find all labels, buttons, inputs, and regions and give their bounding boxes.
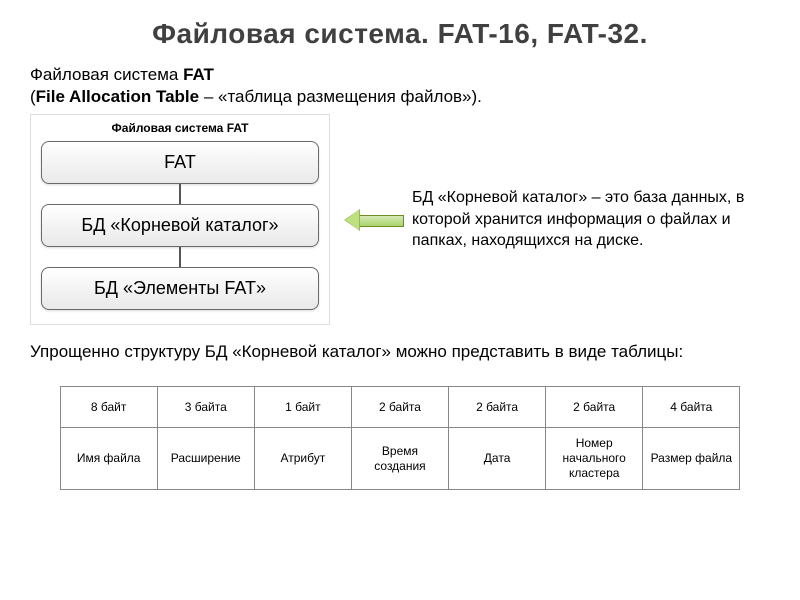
diagram-connector-1	[179, 184, 181, 204]
table-cell: Время создания	[351, 428, 448, 490]
root-catalog-table: 8 байт 3 байта 1 байт 2 байта 2 байта 2 …	[60, 386, 741, 490]
intro-text: Файловая система FAT (File Allocation Ta…	[30, 64, 770, 108]
table-cell: 2 байта	[546, 387, 643, 428]
diagram-row: Файловая система FAT FAT БД «Корневой ка…	[30, 114, 770, 325]
slide: Файловая система. FAT-16, FAT-32. Файлов…	[0, 0, 800, 600]
diagram-connector-2	[179, 247, 181, 267]
diagram-box-fat: FAT	[41, 141, 319, 184]
table-cell: 2 байта	[449, 387, 546, 428]
intro-line1-bold: FAT	[183, 65, 214, 84]
table-row-sizes: 8 байт 3 байта 1 байт 2 байта 2 байта 2 …	[60, 387, 740, 428]
intro-line1-prefix: Файловая система	[30, 65, 183, 84]
table-cell: 3 байта	[157, 387, 254, 428]
diagram-box-fat-elements: БД «Элементы FAT»	[41, 267, 319, 310]
diagram-box-root-catalog: БД «Корневой каталог»	[41, 204, 319, 247]
table-cell: Размер файла	[643, 428, 740, 490]
table-cell: 1 байт	[254, 387, 351, 428]
table-cell: 4 байта	[643, 387, 740, 428]
fat-diagram: Файловая система FAT FAT БД «Корневой ка…	[30, 114, 330, 325]
table-row-fields: Имя файла Расширение Атрибут Время созда…	[60, 428, 740, 490]
intro-line2-rest: – «таблица размещения файлов»).	[199, 87, 482, 106]
table-cell: Дата	[449, 428, 546, 490]
slide-title: Файловая система. FAT-16, FAT-32.	[30, 18, 770, 50]
diagram-caption: Файловая система FAT	[41, 121, 319, 135]
intro-line2-bold: File Allocation Table	[36, 87, 199, 106]
table-cell: Имя файла	[60, 428, 157, 490]
table-cell: 8 байт	[60, 387, 157, 428]
table-cell: Номер начального кластера	[546, 428, 643, 490]
post-diagram-text: Упрощенно структуру БД «Корневой каталог…	[30, 341, 770, 364]
table-cell: Атрибут	[254, 428, 351, 490]
callout-text: БД «Корневой каталог» – это база данных,…	[404, 187, 770, 252]
arrow-left-icon	[344, 209, 404, 231]
table-cell: 2 байта	[351, 387, 448, 428]
callout-group: БД «Корневой каталог» – это база данных,…	[344, 187, 770, 252]
table-cell: Расширение	[157, 428, 254, 490]
